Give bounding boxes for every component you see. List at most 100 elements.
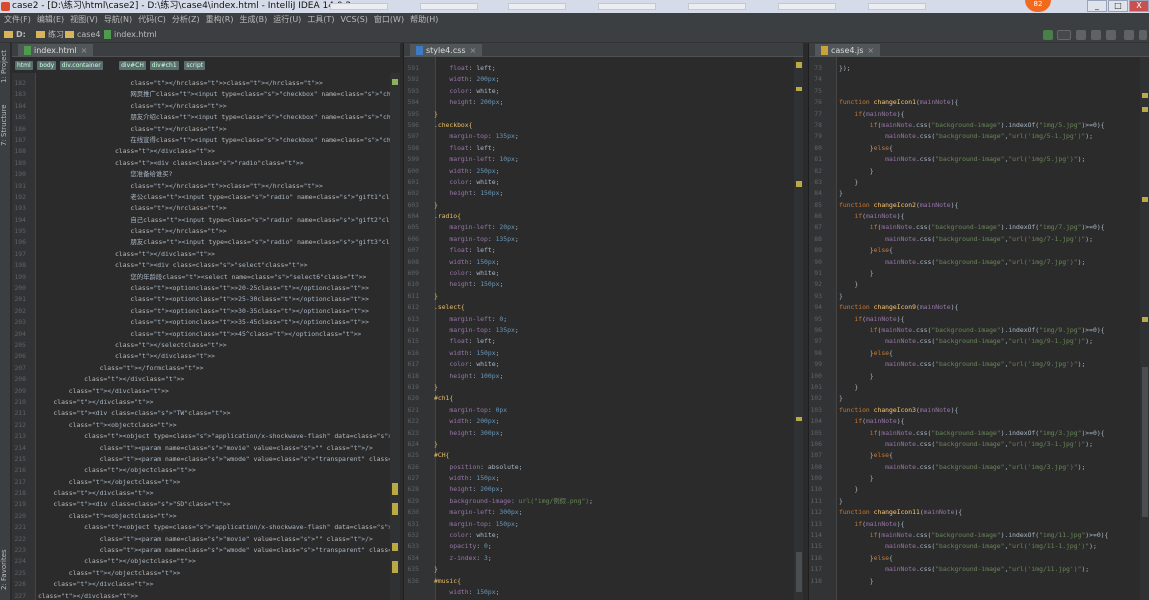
menu-item[interactable]: 分析(Z) (172, 13, 200, 27)
scrollbar-thumb[interactable] (796, 552, 802, 592)
code-text: margin-top: 135px; (449, 132, 519, 141)
menu-item[interactable]: 帮助(H) (410, 13, 438, 27)
breadcrumb-item[interactable]: script (184, 61, 206, 70)
line-number: 88 (814, 234, 822, 243)
code-text: width: 150px; (449, 587, 500, 596)
run-icon[interactable] (1076, 30, 1086, 40)
menu-item[interactable]: VCS(S) (340, 13, 367, 27)
error-stripe[interactable] (390, 73, 400, 600)
menu-item[interactable]: 编辑(E) (37, 13, 64, 27)
close-tab-icon[interactable]: × (81, 46, 88, 55)
nav-drive[interactable]: D: (4, 27, 26, 43)
code-line: 76 function changeIcon1(mainNote){ (809, 97, 1140, 108)
nav-folder-case4[interactable]: case4 (65, 27, 100, 43)
favorites-tool-tab[interactable]: 2: Favorites (0, 545, 11, 595)
code-line: 210 class="t"></divclass="t">> (12, 397, 390, 408)
run-config-dropdown[interactable] (1057, 30, 1071, 40)
breadcrumb-item[interactable]: body (37, 61, 57, 70)
debug-icon[interactable] (1091, 30, 1101, 40)
code-line: 613 margin-left: 0; (404, 314, 794, 325)
code-text: class="t"><object type=class="s">"applic… (84, 523, 400, 532)
breadcrumb-item[interactable]: div.container (59, 61, 103, 70)
code-text: class="t"><param name=class="s">"wmode" … (99, 546, 400, 555)
maximize-button[interactable]: □ (1108, 0, 1128, 12)
code-line: 97 mainNote.css("background-image","url(… (809, 336, 1140, 347)
error-stripe[interactable] (1140, 57, 1149, 600)
nav-folder-practice[interactable]: 练习 (36, 27, 64, 43)
line-number: 193 (14, 204, 26, 213)
notification-badge[interactable]: 82 (1025, 0, 1051, 12)
code-line: 211 class="t"><div class=class="s">"TW"c… (12, 408, 390, 419)
code-text: 您准备给谁买? (38, 170, 173, 179)
code-line: 184 class="t"></hrclass="t">> (12, 101, 390, 112)
code-line: 614 margin-top: 135px; (404, 325, 794, 336)
code-text: position: absolute; (449, 462, 523, 471)
error-stripe[interactable] (794, 57, 803, 600)
menu-item[interactable]: 视图(V) (70, 13, 98, 27)
code-text: class="t"><optionclass="t">>45^class="t"… (130, 329, 362, 338)
minimize-button[interactable]: _ (1087, 0, 1107, 12)
code-line: 636 #music{ (404, 576, 794, 587)
line-number: 623 (407, 428, 419, 437)
tab-case4-js[interactable]: case4.js × (815, 44, 881, 57)
structure-icon[interactable] (1139, 30, 1147, 40)
code-line: 186 class="t"></hrclass="t">> (12, 124, 390, 135)
close-tab-icon[interactable]: × (867, 46, 874, 55)
warning-marker (1142, 93, 1148, 98)
settings-icon[interactable] (1124, 30, 1134, 40)
code-area[interactable]: 591 float: left; 592 width: 200px; 593 col… (404, 63, 794, 598)
code-text: } (434, 382, 438, 391)
code-line: 600 width: 250px; (404, 166, 794, 177)
code-text: class="t"></divclass="t">> (38, 591, 139, 600)
tab-index-html[interactable]: index.html × (18, 44, 94, 57)
code-text: class="t"></divclass="t">> (114, 352, 216, 361)
code-line: 95 if(mainNote){ (809, 314, 1140, 325)
project-tool-tab[interactable]: 1: Project (0, 47, 11, 87)
line-number: 635 (407, 565, 419, 574)
breadcrumb-item[interactable]: html (15, 61, 33, 70)
code-text: margin-top: 0px (449, 405, 508, 414)
nav-file[interactable]: index.html (104, 27, 157, 43)
menu-item[interactable]: 工具(T) (307, 13, 334, 27)
line-number: 81 (814, 155, 822, 164)
code-text: 自己class="t"><input type=class="s">"radio… (38, 215, 400, 224)
structure-tool-tab[interactable]: 7: Structure (0, 101, 11, 149)
line-number: 629 (407, 496, 419, 505)
menu-item[interactable]: 重构(R) (206, 13, 234, 27)
line-number: 221 (14, 523, 26, 532)
breadcrumb-item[interactable]: div#CH (119, 61, 146, 70)
tool-window-strip: 1: Project 7: Structure 2: Favorites (0, 43, 11, 600)
line-number: 214 (14, 443, 26, 452)
code-text: height: 100px; (449, 371, 504, 380)
code-text: 朋友class="t"><input type=class="s">"radio… (38, 238, 400, 247)
code-line: 635} (404, 564, 794, 575)
menu-item[interactable]: 生成(B) (239, 13, 267, 27)
coverage-icon[interactable] (1106, 30, 1116, 40)
code-area[interactable]: 73}); 74 75 76 function changeIcon1(mainNote… (809, 63, 1140, 587)
close-tab-icon[interactable]: × (470, 46, 477, 55)
line-number: 208 (14, 375, 26, 384)
breadcrumb-item[interactable]: div#ch1 (149, 61, 179, 70)
code-area[interactable]: 182 class="t"></hrclass="t">>class="t"><… (12, 78, 400, 600)
menu-item[interactable]: 窗口(W) (374, 13, 404, 27)
code-line: 601 color: white; (404, 177, 794, 188)
code-text: mainNote.css("background-image","url('im… (885, 462, 1086, 471)
code-line: 630 margin-left: 300px; (404, 507, 794, 518)
line-number: 115 (810, 542, 822, 551)
tab-style4-css[interactable]: style4.css × (410, 44, 483, 57)
line-number: 593 (407, 86, 419, 95)
build-icon[interactable] (1043, 30, 1053, 40)
menu-item[interactable]: 运行(U) (273, 13, 301, 27)
close-button[interactable]: X (1129, 0, 1149, 12)
line-number: 597 (407, 132, 419, 141)
menu-item[interactable]: 代码(C) (138, 13, 166, 27)
navigation-bar: D: 练习 case4 index.html (0, 27, 1149, 43)
line-number: 226 (14, 580, 26, 589)
code-line: 631 margin-top: 150px; (404, 519, 794, 530)
code-text: width: 150px; (449, 257, 500, 266)
scrollbar-thumb[interactable] (1142, 367, 1148, 517)
line-number: 189 (14, 158, 26, 167)
menu-item[interactable]: 文件(F) (4, 13, 31, 27)
code-text: } (434, 200, 438, 209)
menu-item[interactable]: 导航(N) (104, 13, 132, 27)
